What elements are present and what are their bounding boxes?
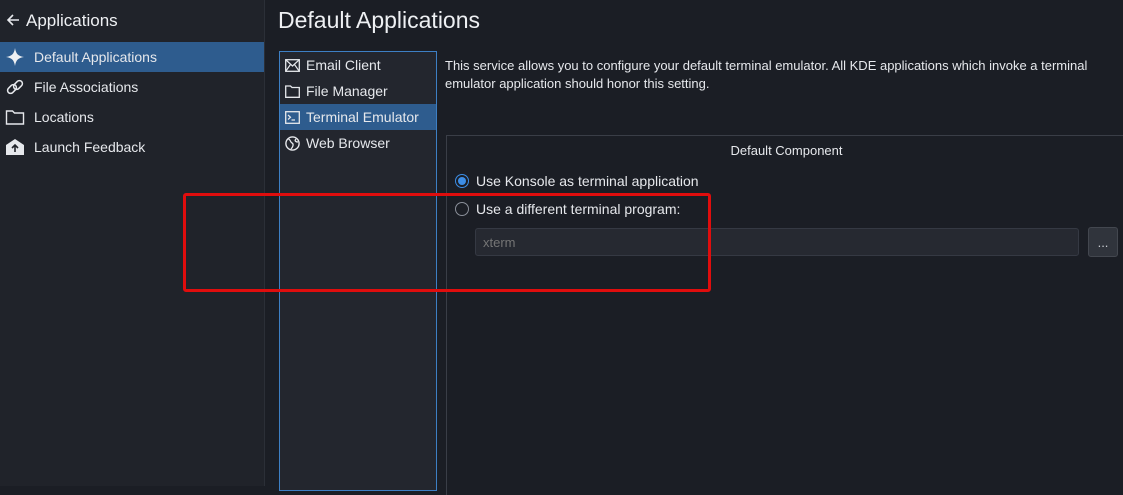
page-title: Default Applications [278,7,481,33]
use-different-label: Use a different terminal program: [476,201,681,217]
use-different-option[interactable]: Use a different terminal program: [455,201,680,217]
sidebar-item-label: File Associations [34,79,139,95]
category-item-file-manager[interactable]: File Manager [280,78,436,104]
use-konsole-option[interactable]: Use Konsole as terminal application [455,173,699,189]
terminal-program-input[interactable] [475,228,1079,256]
use-different-radio[interactable] [455,202,469,216]
sidebar-header[interactable]: Applications [0,0,264,42]
use-konsole-radio[interactable] [455,174,469,188]
terminal-icon [284,109,300,125]
sidebar: Applications Default Applications File A… [0,0,265,486]
sidebar-item-label: Default Applications [34,49,157,65]
envelope-icon [284,57,300,73]
default-component-group: Default Component Use Konsole as termina… [446,135,1123,495]
category-label: Terminal Emulator [306,109,419,125]
arrow-left-icon[interactable] [6,11,20,32]
use-konsole-label: Use Konsole as terminal application [476,173,699,189]
category-item-terminal-emulator[interactable]: Terminal Emulator [280,104,436,130]
link-icon [4,76,26,98]
category-label: Web Browser [306,135,390,151]
sparkle-icon [4,46,26,68]
browse-button[interactable]: ... [1088,227,1118,257]
sidebar-item-label: Launch Feedback [34,139,146,155]
main-panel: Default Applications Email Client File M… [265,0,1123,495]
folder-icon [284,83,300,99]
globe-icon [284,135,300,151]
category-label: Email Client [306,57,381,73]
sidebar-item-launch-feedback[interactable]: Launch Feedback [0,132,264,162]
launch-envelope-icon [4,136,26,158]
category-item-email-client[interactable]: Email Client [280,52,436,78]
category-list: Email Client File Manager Terminal Emula… [279,51,437,491]
sidebar-list: Default Applications File Associations L… [0,42,264,162]
description-text: This service allows you to configure you… [445,58,1088,91]
sidebar-item-label: Locations [34,109,94,125]
folder-icon [4,106,26,128]
category-item-web-browser[interactable]: Web Browser [280,130,436,156]
group-title: Default Component [730,143,843,158]
sidebar-item-file-associations[interactable]: File Associations [0,72,264,102]
sidebar-item-default-applications[interactable]: Default Applications [0,42,264,72]
category-label: File Manager [306,83,388,99]
sidebar-item-locations[interactable]: Locations [0,102,264,132]
sidebar-title: Applications [26,11,118,30]
